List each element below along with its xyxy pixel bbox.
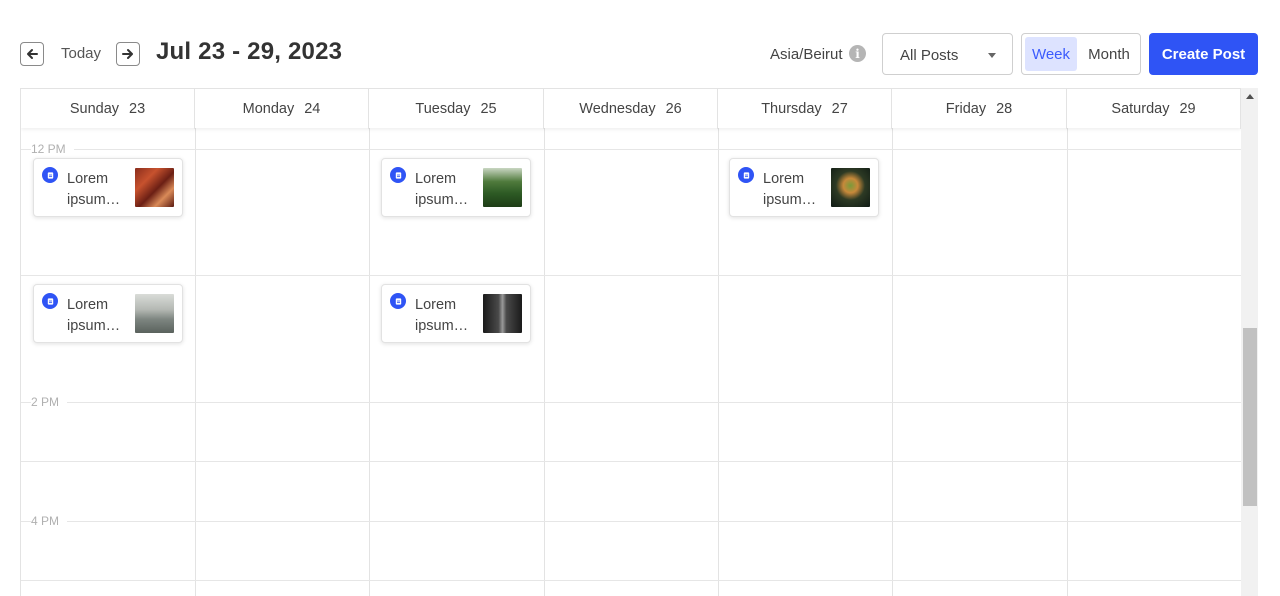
day-name: Friday: [945, 101, 987, 117]
post-card[interactable]: Lorem ipsum…: [33, 284, 183, 343]
scrollbar-thumb[interactable]: [1243, 328, 1257, 506]
column-divider: [718, 128, 719, 596]
day-header-sunday: Sunday 23: [21, 89, 195, 129]
day-header-row: Sunday 23 Monday 24 Tuesday 25 Wednesday 26 …: [21, 88, 1241, 129]
hour-line: [21, 402, 1241, 403]
arrow-right-icon: [122, 49, 133, 59]
vertical-scrollbar[interactable]: [1241, 88, 1258, 596]
week-calendar: Sunday 23 Monday 24 Tuesday 25 Wednesday 26 …: [20, 88, 1258, 596]
slot-line: [21, 580, 1241, 581]
day-name: Sunday: [69, 101, 120, 117]
day-header-wednesday: Wednesday 26: [544, 89, 718, 129]
day-number: 23: [129, 101, 146, 117]
day-name: Saturday: [1111, 101, 1170, 117]
create-post-button[interactable]: Create Post: [1149, 33, 1258, 75]
dark-road-image: [483, 294, 522, 333]
column-divider: [369, 128, 370, 596]
day-name: Monday: [242, 101, 295, 117]
post-icon: [42, 167, 58, 183]
day-number: 28: [996, 101, 1013, 117]
day-name: Tuesday: [415, 101, 471, 117]
post-text: Lorem ipsum…: [415, 171, 469, 208]
arrow-left-icon: [27, 49, 38, 59]
post-card[interactable]: Lorem ipsum…: [33, 158, 183, 217]
post-card[interactable]: Lorem ipsum…: [381, 284, 531, 343]
day-number: 24: [304, 101, 321, 117]
misty-mountain-image: [135, 294, 174, 333]
post-card[interactable]: Lorem ipsum…: [729, 158, 879, 217]
scroll-up-arrow-icon[interactable]: [1246, 94, 1254, 99]
hour-line: [21, 521, 1241, 522]
day-name: Thursday: [761, 101, 822, 117]
day-header-friday: Friday 28: [892, 89, 1067, 129]
day-header-tuesday: Tuesday 25: [369, 89, 544, 129]
time-label-4pm: 4 PM: [31, 514, 68, 528]
day-header-thursday: Thursday 27: [718, 89, 892, 129]
timezone-label: Asia/Beirut: [770, 46, 843, 63]
column-divider: [195, 128, 196, 596]
post-text: Lorem ipsum…: [415, 297, 469, 334]
date-range-title: Jul 23 - 29, 2023: [156, 38, 343, 65]
post-icon: [390, 167, 406, 183]
time-label-12pm: 12 PM: [31, 142, 74, 156]
posts-filter-select[interactable]: All Posts: [882, 33, 1013, 75]
column-divider: [1067, 128, 1068, 596]
slot-line: [21, 275, 1241, 276]
today-button[interactable]: Today: [61, 45, 101, 62]
red-lantern-image: [135, 168, 174, 207]
time-label-2pm: 2 PM: [31, 395, 68, 409]
post-icon: [738, 167, 754, 183]
post-icon: [42, 293, 58, 309]
month-view-button[interactable]: Month: [1081, 37, 1137, 71]
day-number: 29: [1179, 101, 1196, 117]
post-text: Lorem ipsum…: [67, 297, 121, 334]
post-text: Lorem ipsum…: [763, 171, 817, 208]
post-text: Lorem ipsum…: [67, 171, 121, 208]
calendar-toolbar: Today Jul 23 - 29, 2023 Asia/Beirut i Al…: [0, 0, 1280, 88]
day-number: 27: [831, 101, 848, 117]
info-icon[interactable]: i: [849, 45, 866, 62]
filter-selected-value: All Posts: [900, 47, 959, 64]
post-icon: [390, 293, 406, 309]
time-grid[interactable]: 12 PM 2 PM 4 PM Lorem ipsum… Lorem ipsum…: [21, 128, 1241, 596]
hour-line: [21, 149, 1241, 150]
column-divider: [892, 128, 893, 596]
week-view-button[interactable]: Week: [1025, 37, 1077, 71]
caret-down-icon: [988, 53, 996, 58]
forest-image: [483, 168, 522, 207]
day-header-monday: Monday 24: [195, 89, 369, 129]
day-number: 26: [665, 101, 682, 117]
cake-image: [831, 168, 870, 207]
prev-week-button[interactable]: [20, 42, 44, 66]
view-toggle: Week Month: [1021, 33, 1141, 75]
column-divider: [544, 128, 545, 596]
day-number: 25: [480, 101, 497, 117]
day-name: Wednesday: [579, 101, 656, 117]
post-card[interactable]: Lorem ipsum…: [381, 158, 531, 217]
day-header-saturday: Saturday 29: [1067, 89, 1241, 129]
next-week-button[interactable]: [116, 42, 140, 66]
slot-line: [21, 461, 1241, 462]
